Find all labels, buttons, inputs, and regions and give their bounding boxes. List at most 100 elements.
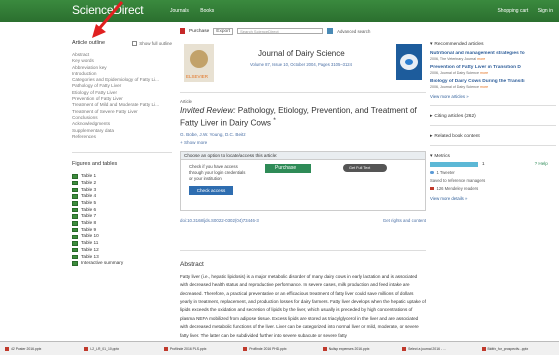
journal-title[interactable]: Journal of Dairy Science: [258, 49, 345, 58]
outline-item[interactable]: References: [72, 134, 172, 140]
article-type: Article: [180, 99, 192, 104]
figure-item-label: Table 4: [81, 193, 97, 199]
altmetric-bar: [430, 162, 478, 167]
journal-cover-image[interactable]: [396, 44, 422, 80]
recommended-heading[interactable]: ▾ Recommended articles: [430, 42, 556, 47]
figure-item[interactable]: Table 13: [72, 254, 172, 261]
figure-item-label: Table 11: [81, 240, 99, 246]
recommended-meta-text: 2006, Journal of Dairy Science: [430, 71, 479, 75]
figure-item[interactable]: Table 8: [72, 220, 172, 227]
figure-item[interactable]: Table 10: [72, 233, 172, 240]
recommended-title[interactable]: Prevention of Fatty Liver in Transition …: [430, 65, 556, 70]
figure-item[interactable]: Table 6: [72, 207, 172, 214]
view-more-articles-link[interactable]: View more articles »: [430, 94, 556, 99]
taskbar-item[interactable]: Nullsp expenses 2016.pptx: [321, 344, 397, 354]
mendeley-icon: [430, 186, 434, 191]
outline-item[interactable]: Treatment of Mild and Moderate Fatty Li.…: [72, 102, 172, 108]
figure-item[interactable]: Table 2: [72, 180, 172, 187]
recommended-title[interactable]: Nutritional and management strategies fo: [430, 51, 556, 56]
recommended-meta: 2006, Journal of Dairy Science more: [430, 85, 556, 89]
nav-journals[interactable]: Journals: [170, 8, 189, 14]
table-icon: [72, 261, 78, 266]
figure-item[interactable]: Table 12: [72, 247, 172, 254]
journal-issue-meta[interactable]: Volume 87, Issue 10, October 2004, Pages…: [250, 62, 352, 67]
figure-item[interactable]: Table 3: [72, 187, 172, 194]
recommended-more-link[interactable]: more: [477, 57, 485, 61]
article-title-mark[interactable]: *: [273, 117, 276, 124]
doi-link[interactable]: doi:10.3168/jds.S0022-0302(04)73446-3: [180, 218, 259, 223]
taskbar-item[interactable]: Proflinde 2016 PHD.pptx: [241, 344, 317, 354]
taskbar-item[interactable]: Bidtfx_for_prospectiv...pptx: [480, 344, 556, 354]
show-full-outline-label: Show full outline: [139, 40, 172, 46]
related-book-section[interactable]: ▸ Related book content: [430, 125, 556, 139]
recommended-more-link[interactable]: more: [480, 71, 488, 75]
figure-item-label: Table 3: [81, 186, 97, 192]
access-box: Choose an option to locate/access this a…: [180, 150, 426, 211]
figure-item[interactable]: Table 5: [72, 200, 172, 207]
recommended-more-link[interactable]: more: [480, 85, 488, 89]
powerpoint-icon: [481, 347, 486, 351]
powerpoint-icon: [402, 347, 407, 351]
figure-item[interactable]: Table 4: [72, 193, 172, 200]
powerpoint-icon: [84, 347, 89, 351]
tweeter-row: 1 Tweeter: [430, 170, 556, 175]
taskbar-item[interactable]: 42 Poster 2016.pptx: [3, 344, 79, 354]
taskbar-item-label: 42 Poster 2016.pptx: [11, 347, 42, 351]
figure-item[interactable]: Table 1: [72, 173, 172, 180]
article-title-italic: Invited Review:: [180, 106, 236, 115]
citing-articles-label: Citing articles (262): [434, 114, 476, 119]
figure-item[interactable]: Table 11: [72, 240, 172, 247]
check-access-button[interactable]: Check access: [189, 185, 233, 195]
show-more-link[interactable]: + Show more: [180, 140, 426, 145]
purchase-link[interactable]: Purchase: [189, 29, 209, 34]
table-icon: [72, 187, 78, 193]
taskbar-item-label: Select a journal 2016 - ...: [408, 347, 446, 351]
shopping-cart-link[interactable]: Shopping cart: [497, 8, 528, 14]
mendeley-label: 126 Mendeley readers: [436, 186, 479, 191]
figure-item[interactable]: Interactive summary: [72, 260, 172, 267]
article-authors[interactable]: G. Bobe, J.W. Young, D.C. Beitz: [180, 132, 426, 137]
purchase-button[interactable]: Purchase: [265, 163, 311, 173]
taskbar-item[interactable]: Select a journal 2016 - ...: [400, 344, 476, 354]
sign-in-link[interactable]: Sign in: [538, 8, 553, 14]
table-icon: [72, 207, 78, 213]
search-go-button[interactable]: [327, 28, 334, 34]
figure-item[interactable]: Table 9: [72, 227, 172, 234]
get-full-text-button[interactable]: Get Full Text Elsewhere: [343, 163, 387, 178]
elsevier-wordmark: ELSEVIER: [186, 74, 209, 79]
rights-link[interactable]: Get rights and content: [383, 218, 426, 223]
view-more-details-link[interactable]: View more details »: [430, 196, 556, 201]
show-full-outline-toggle[interactable]: Show full outline: [132, 40, 172, 46]
recommended-item[interactable]: Prevention of Fatty Liver in Transition …: [430, 65, 556, 75]
elsevier-logo[interactable]: ELSEVIER: [184, 44, 214, 82]
abstract-heading: Abstract: [180, 249, 426, 268]
citing-articles-section[interactable]: ▸ Citing articles (262): [430, 105, 556, 119]
nav-books[interactable]: Books: [200, 8, 214, 14]
recommended-meta-text: 2006, The Veterinary Journal: [430, 57, 477, 61]
article-toolbar: Purchase Export Search ScienceDirect Adv…: [180, 27, 426, 35]
help-label: Help: [538, 160, 548, 166]
recommended-title[interactable]: Biology of Dairy Cows During the Transit…: [430, 79, 556, 84]
search-input[interactable]: Search ScienceDirect: [237, 28, 324, 34]
right-sidebar: ▾ Recommended articles Nutritional and m…: [430, 42, 556, 201]
recommended-item[interactable]: Biology of Dairy Cows During the Transit…: [430, 79, 556, 89]
taskbar-item-label: L2_LR_01_10.pptx: [90, 347, 120, 351]
table-icon: [72, 234, 78, 240]
figure-item-label: Interactive summary: [81, 260, 124, 266]
recommended-item[interactable]: Nutritional and management strategies fo…: [430, 51, 556, 61]
checkbox-icon[interactable]: [132, 40, 138, 46]
outline-list: Abstract Key words Abbreviation key Introdu…: [72, 52, 172, 140]
export-dropdown[interactable]: Export: [213, 27, 234, 35]
red-arrow-annotation: [92, 1, 124, 38]
help-link[interactable]: ? Help: [535, 161, 548, 166]
figure-item-label: Table 2: [81, 179, 97, 185]
taskbar-item[interactable]: L2_LR_01_10.pptx: [82, 344, 158, 354]
advanced-search-link[interactable]: Advanced search: [337, 29, 370, 34]
access-heading: Choose an option to locate/access this a…: [181, 151, 425, 160]
outline-heading: Article outline: [72, 40, 106, 46]
taskbar-item[interactable]: Proflinde 2016 PLS.pptx: [162, 344, 238, 354]
figure-item[interactable]: Table 7: [72, 213, 172, 220]
powerpoint-icon: [243, 347, 248, 351]
metric-row: 1 ? Help: [430, 159, 556, 167]
figure-item-label: Table 1: [81, 173, 97, 179]
